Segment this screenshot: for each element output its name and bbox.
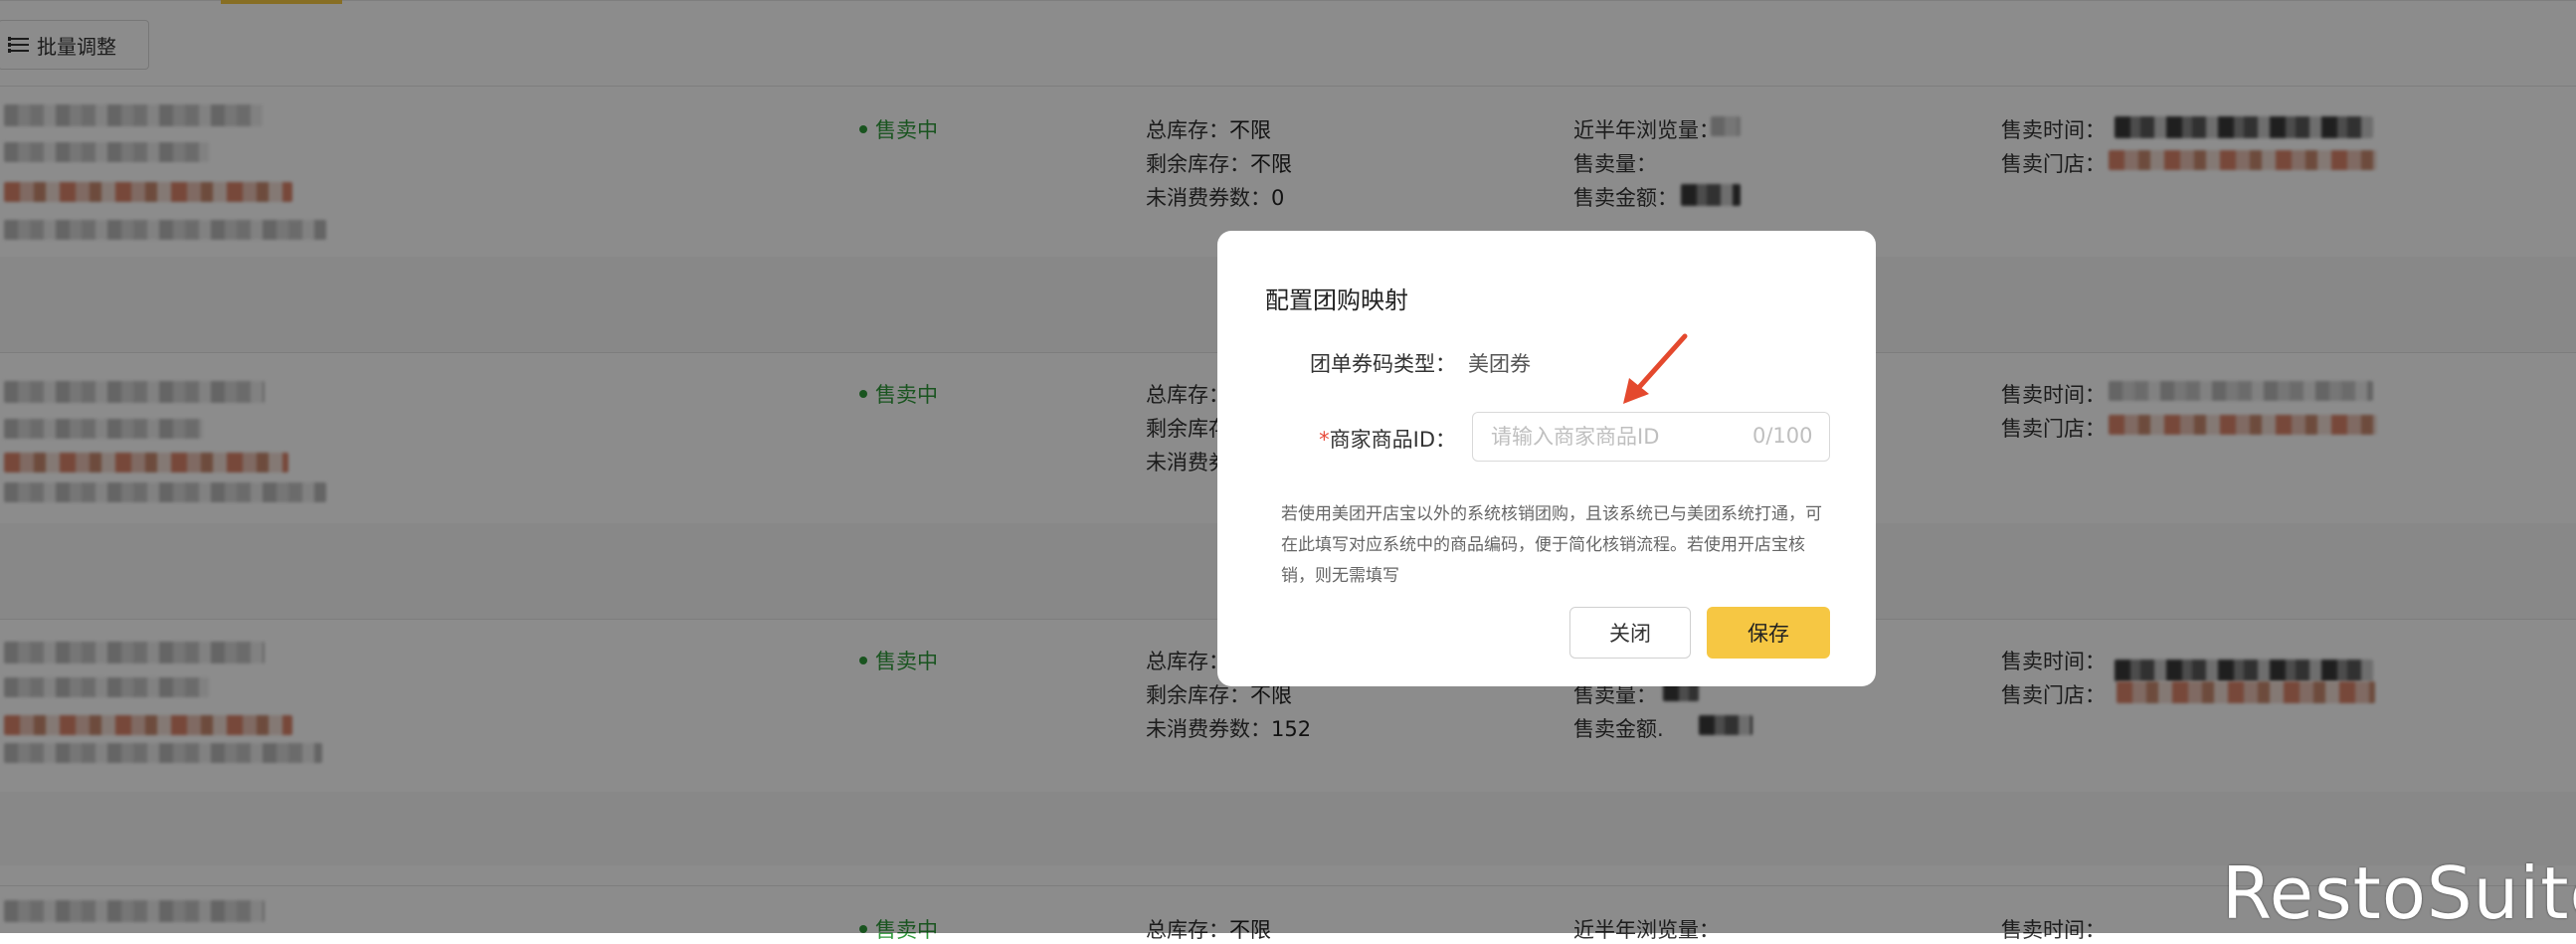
close-button[interactable]: 关闭 <box>1569 607 1691 659</box>
save-button[interactable]: 保存 <box>1707 607 1830 659</box>
coupon-type-value: 美团券 <box>1468 352 1531 376</box>
annotation-arrow-icon <box>1623 333 1688 404</box>
char-counter: 0/100 <box>1752 424 1813 448</box>
watermark-logo: RestoSuite <box>2222 851 2576 935</box>
dialog-title: 配置团购映射 <box>1265 286 1408 314</box>
required-mark: * <box>1319 428 1330 452</box>
help-text: 若使用美团开店宝以外的系统核销团购，且该系统已与美团系统打通，可在此填写对应系统… <box>1281 504 1822 586</box>
coupon-type-label: 团单券码类型： <box>1310 352 1456 376</box>
group-buy-mapping-dialog: 配置团购映射 团单券码类型： 美团券 *商家商品ID： 0/100 若使用美团开… <box>1217 231 1876 686</box>
merchant-id-label: *商家商品ID： <box>1319 428 1456 452</box>
